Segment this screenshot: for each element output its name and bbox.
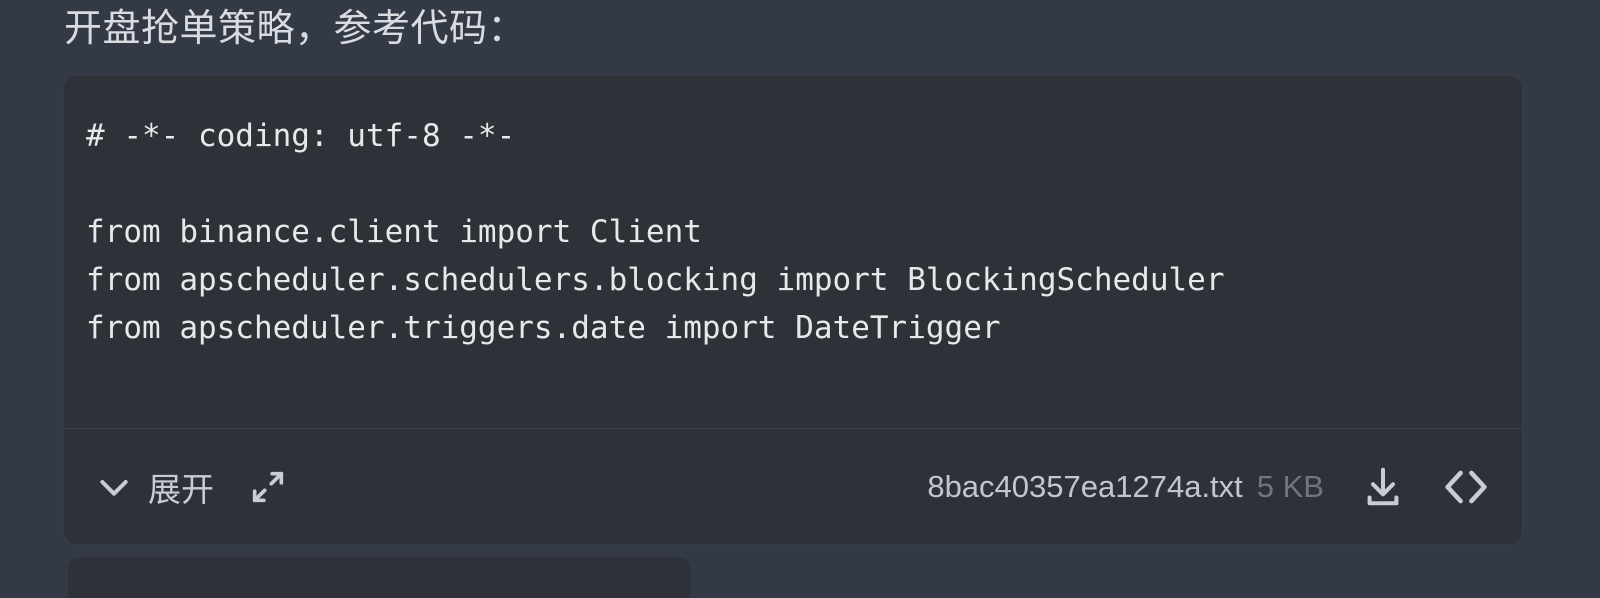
code-line: # -*- coding: utf-8 -*- bbox=[86, 118, 516, 154]
chat-message-container: 开盘抢单策略，参考代码： # -*- coding: utf-8 -*- from… bbox=[0, 0, 1600, 598]
page-title: 开盘抢单策略，参考代码： bbox=[64, 8, 527, 50]
code-line: from binance.client import Client bbox=[86, 214, 702, 250]
code-line: from apscheduler.schedulers.blocking imp… bbox=[86, 262, 1225, 298]
expand-label: 展开 bbox=[148, 470, 214, 508]
code-attachment-card: # -*- coding: utf-8 -*- from binance.clie… bbox=[64, 76, 1522, 544]
view-code-button[interactable] bbox=[1436, 457, 1496, 517]
next-message-block bbox=[68, 558, 690, 598]
code-content: # -*- coding: utf-8 -*- from binance.clie… bbox=[64, 76, 1522, 352]
footer-left-group: 展开 bbox=[88, 457, 294, 517]
expand-diagonal-icon bbox=[248, 467, 288, 507]
fullscreen-button[interactable] bbox=[242, 461, 294, 513]
attachment-file-size: 5 KB bbox=[1256, 468, 1324, 504]
code-line: from apscheduler.triggers.date import Da… bbox=[86, 310, 1001, 346]
expand-toggle-button[interactable]: 展开 bbox=[88, 457, 220, 517]
attachment-file-name: 8bac40357ea1274a.txt bbox=[927, 468, 1243, 504]
chevron-down-icon bbox=[94, 467, 134, 507]
footer-right-group: 8bac40357ea1274a.txt 5 KB bbox=[927, 457, 1496, 517]
download-icon bbox=[1360, 464, 1406, 510]
code-card-footer: 展开 8bac40357ea1274a.txt 5 KB bbox=[64, 429, 1522, 544]
download-button[interactable] bbox=[1356, 460, 1410, 514]
code-preview-area: # -*- coding: utf-8 -*- from binance.clie… bbox=[64, 76, 1522, 428]
code-brackets-icon bbox=[1440, 461, 1492, 513]
